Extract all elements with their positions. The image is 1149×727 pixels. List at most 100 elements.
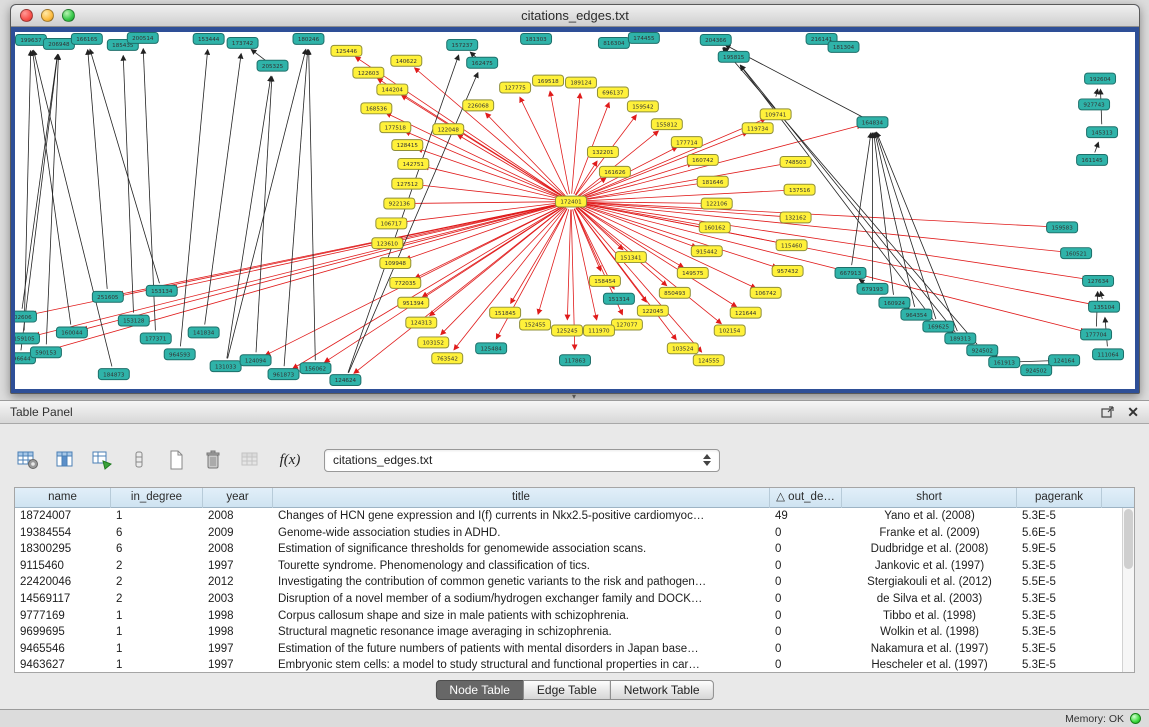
network-node[interactable]: 151845 — [490, 307, 521, 318]
cell-pagerank[interactable]: 5.3E-5 — [1017, 508, 1102, 525]
row-tools-icon[interactable] — [127, 448, 151, 472]
network-node[interactable]: 160521 — [1061, 248, 1092, 259]
network-node[interactable]: 111970 — [583, 325, 614, 336]
network-node[interactable]: 151341 — [615, 252, 646, 263]
cell-in_degree[interactable]: 1 — [111, 508, 203, 525]
network-node[interactable]: 164834 — [857, 117, 888, 128]
network-node[interactable]: 964354 — [901, 309, 932, 320]
network-node[interactable]: 142751 — [398, 158, 429, 169]
network-node[interactable]: 144204 — [377, 84, 408, 95]
column-header-title[interactable]: title — [273, 488, 770, 508]
cell-out_de[interactable]: 0 — [770, 541, 842, 558]
table-row[interactable]: 977716911998Corpus callosum shape and si… — [15, 608, 1122, 625]
network-node[interactable]: 850493 — [659, 287, 690, 298]
cell-short[interactable]: Wolkin et al. (1998) — [842, 624, 1017, 641]
table-selector-combobox[interactable]: citations_edges.txt — [324, 449, 720, 472]
network-node[interactable]: 106742 — [750, 287, 781, 298]
cell-year[interactable]: 1997 — [203, 657, 273, 672]
cell-pagerank[interactable]: 5.5E-5 — [1017, 574, 1102, 591]
column-header-in_degree[interactable]: in_degree — [111, 488, 203, 508]
cell-in_degree[interactable]: 2 — [111, 591, 203, 608]
network-node[interactable]: 151314 — [603, 293, 634, 304]
cell-year[interactable]: 2003 — [203, 591, 273, 608]
network-node[interactable]: 202606 — [15, 311, 36, 322]
cell-pagerank[interactable]: 5.3E-5 — [1017, 641, 1102, 658]
cell-out_de[interactable]: 0 — [770, 591, 842, 608]
network-node[interactable]: 173742 — [227, 37, 258, 48]
table-row[interactable]: 1872400712008Changes of HCN gene express… — [15, 508, 1122, 525]
network-node[interactable]: 111064 — [1093, 349, 1124, 360]
tab-network-table[interactable]: Network Table — [610, 680, 714, 700]
select-columns-icon[interactable] — [53, 448, 77, 472]
network-node[interactable]: 127775 — [500, 82, 531, 93]
minimize-window-button[interactable] — [41, 9, 54, 22]
network-node[interactable]: 168536 — [361, 103, 392, 114]
network-node[interactable]: 145313 — [1087, 127, 1118, 138]
network-node[interactable]: 124094 — [240, 355, 271, 366]
network-node[interactable]: 159583 — [1047, 222, 1078, 233]
network-node[interactable]: 177704 — [1081, 329, 1112, 340]
network-node[interactable]: 177518 — [380, 122, 411, 133]
network-node[interactable]: 128415 — [392, 140, 423, 151]
network-node[interactable]: 109948 — [380, 258, 411, 269]
network-node[interactable]: 122106 — [701, 198, 732, 209]
cell-short[interactable]: Nakamura et al. (1997) — [842, 641, 1017, 658]
network-node[interactable]: 180246 — [293, 33, 324, 44]
network-node[interactable]: 590153 — [30, 347, 61, 358]
network-node[interactable]: 177714 — [671, 137, 702, 148]
table-row[interactable]: 1830029562008Estimation of significance … — [15, 541, 1122, 558]
cell-name[interactable]: 9115460 — [15, 558, 111, 575]
network-node[interactable]: 251605 — [92, 291, 123, 302]
cell-title[interactable]: Structural magnetic resonance image aver… — [273, 624, 770, 641]
cell-short[interactable]: Dudbridge et al. (2008) — [842, 541, 1017, 558]
cell-pagerank[interactable]: 5.3E-5 — [1017, 657, 1102, 672]
edit-table-icon[interactable] — [90, 448, 114, 472]
network-node[interactable]: 106717 — [376, 218, 407, 229]
network-node[interactable]: 160924 — [879, 297, 910, 308]
network-node[interactable]: 924502 — [1021, 365, 1052, 376]
network-node[interactable]: 177371 — [140, 333, 171, 344]
cell-pagerank[interactable]: 5.3E-5 — [1017, 591, 1102, 608]
network-node[interactable]: 153444 — [193, 33, 224, 44]
cell-out_de[interactable]: 0 — [770, 574, 842, 591]
network-node[interactable]: 123610 — [372, 238, 403, 249]
cell-year[interactable]: 2008 — [203, 541, 273, 558]
cell-pagerank[interactable]: 5.3E-5 — [1017, 624, 1102, 641]
float-panel-icon[interactable] — [1101, 406, 1115, 419]
network-node[interactable]: 121644 — [730, 307, 761, 318]
cell-title[interactable]: Genome-wide association studies in ADHD. — [273, 525, 770, 542]
network-node[interactable]: 162475 — [467, 57, 498, 68]
delete-column-icon[interactable] — [201, 448, 225, 472]
network-node[interactable]: 152455 — [520, 319, 551, 330]
network-node[interactable]: 667913 — [835, 268, 866, 279]
cell-year[interactable]: 2008 — [203, 508, 273, 525]
cell-in_degree[interactable]: 1 — [111, 641, 203, 658]
network-node[interactable]: 161626 — [599, 166, 630, 177]
cell-short[interactable]: Stergiakouli et al. (2012) — [842, 574, 1017, 591]
cell-name[interactable]: 18300295 — [15, 541, 111, 558]
cell-title[interactable]: Corpus callosum shape and size in male p… — [273, 608, 770, 625]
column-header-name[interactable]: name — [15, 488, 111, 508]
cell-in_degree[interactable]: 1 — [111, 657, 203, 672]
cell-title[interactable]: Estimation of significance thresholds fo… — [273, 541, 770, 558]
cell-title[interactable]: Investigating the contribution of common… — [273, 574, 770, 591]
network-node[interactable]: 199637 — [15, 34, 46, 45]
table-scrollbar[interactable] — [1122, 508, 1134, 672]
network-node[interactable]: 102154 — [714, 325, 745, 336]
network-node[interactable]: 181646 — [697, 176, 728, 187]
network-node[interactable]: 161145 — [1077, 154, 1108, 165]
table-row[interactable]: 1938455462009Genome-wide association stu… — [15, 525, 1122, 542]
cell-year[interactable]: 1998 — [203, 624, 273, 641]
network-node[interactable]: 124624 — [330, 375, 361, 386]
network-node[interactable]: 816304 — [598, 37, 629, 48]
cell-name[interactable]: 22420046 — [15, 574, 111, 591]
network-node[interactable]: 132201 — [587, 147, 618, 158]
network-node[interactable]: 131033 — [210, 361, 241, 372]
network-node[interactable]: 127077 — [611, 319, 642, 330]
network-node[interactable]: 124313 — [406, 317, 437, 328]
network-node[interactable]: 181304 — [828, 41, 859, 52]
network-node[interactable]: 122045 — [637, 305, 668, 316]
network-node[interactable]: 140622 — [391, 55, 422, 66]
network-node[interactable]: 127634 — [1083, 275, 1114, 286]
zoom-window-button[interactable] — [62, 9, 75, 22]
